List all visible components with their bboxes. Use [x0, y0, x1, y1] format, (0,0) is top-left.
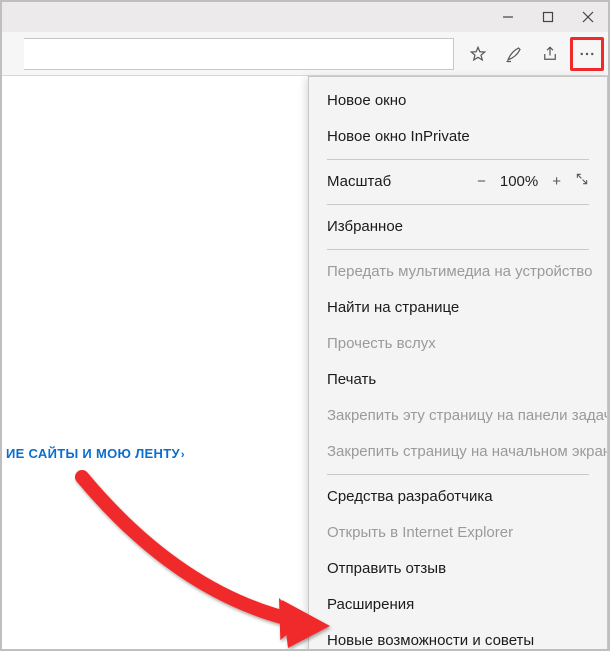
menu-open-ie: Открыть в Internet Explorer: [309, 515, 607, 551]
menu-read-aloud: Прочесть вслух: [309, 326, 607, 362]
menu-pin-taskbar: Закрепить эту страницу на панели задач: [309, 398, 607, 434]
menu-separator: [327, 474, 589, 475]
menu-new-inprivate[interactable]: Новое окно InPrivate: [309, 119, 607, 155]
minimize-button[interactable]: [488, 2, 528, 32]
menu-pin-start: Закрепить страницу на начальном экране: [309, 434, 607, 470]
fullscreen-button[interactable]: [575, 164, 589, 200]
menu-devtools[interactable]: Средства разработчика: [309, 479, 607, 515]
menu-find[interactable]: Найти на странице: [309, 290, 607, 326]
zoom-out-button[interactable]: −: [477, 164, 486, 200]
zoom-value: 100%: [500, 164, 538, 200]
fullscreen-icon: [575, 172, 589, 186]
menu-feedback[interactable]: Отправить отзыв: [309, 551, 607, 587]
window-titlebar: [2, 2, 608, 32]
more-menu: Новое окно Новое окно InPrivate Масштаб …: [308, 76, 608, 651]
browser-window: ИЕ САЙТЫ И МОЮ ЛЕНТУ› Новое окно Новое о…: [0, 0, 610, 651]
menu-separator: [327, 249, 589, 250]
share-icon: [541, 45, 559, 63]
maximize-button[interactable]: [528, 2, 568, 32]
menu-separator: [327, 204, 589, 205]
close-icon: [582, 11, 594, 23]
menu-print[interactable]: Печать: [309, 362, 607, 398]
browser-toolbar: [2, 32, 608, 76]
chevron-right-icon: ›: [181, 449, 185, 461]
close-button[interactable]: [568, 2, 608, 32]
menu-favorites[interactable]: Избранное: [309, 209, 607, 245]
show-feed-link[interactable]: ИЕ САЙТЫ И МОЮ ЛЕНТУ›: [2, 444, 189, 463]
menu-whatsnew[interactable]: Новые возможности и советы: [309, 623, 607, 651]
show-feed-link-label: ИЕ САЙТЫ И МОЮ ЛЕНТУ: [6, 446, 180, 461]
maximize-icon: [542, 11, 554, 23]
menu-cast: Передать мультимедиа на устройство: [309, 254, 607, 290]
menu-separator: [327, 159, 589, 160]
favorites-button[interactable]: [460, 36, 496, 72]
pen-icon: [505, 45, 523, 63]
minimize-icon: [502, 11, 514, 23]
star-icon: [469, 45, 487, 63]
menu-new-window[interactable]: Новое окно: [309, 83, 607, 119]
zoom-in-button[interactable]: +: [552, 164, 561, 200]
more-icon: [578, 45, 596, 63]
zoom-label: Масштаб: [327, 164, 391, 200]
menu-extensions[interactable]: Расширения: [309, 587, 607, 623]
menu-zoom: Масштаб − 100% +: [309, 164, 607, 200]
notes-button[interactable]: [496, 36, 532, 72]
more-button[interactable]: [570, 37, 604, 71]
address-bar[interactable]: [24, 38, 454, 70]
share-button[interactable]: [532, 36, 568, 72]
